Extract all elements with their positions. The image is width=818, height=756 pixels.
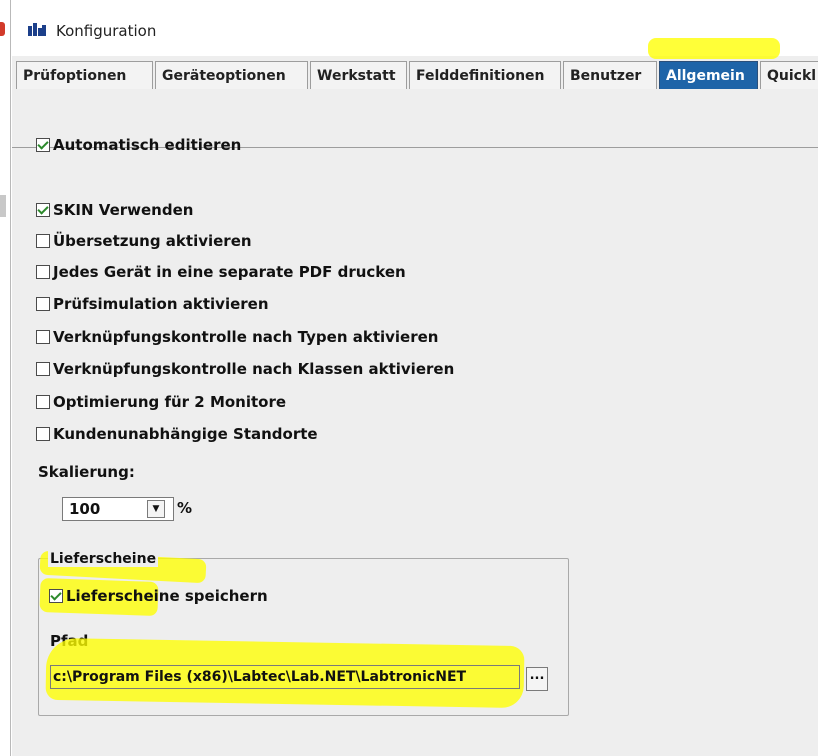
checkbox-locations[interactable] bbox=[36, 427, 50, 441]
tab-werkstatt[interactable]: Werkstatt bbox=[310, 61, 407, 89]
tab-pruefoptionen[interactable]: Prüfoptionen bbox=[16, 61, 153, 89]
tab-geraeteoptionen[interactable]: Geräteoptionen bbox=[155, 61, 308, 89]
tab-benutzer[interactable]: Benutzer bbox=[563, 61, 657, 89]
scaling-label: Skalierung: bbox=[38, 463, 135, 481]
background-window-strip bbox=[0, 0, 12, 756]
configuration-window: Konfiguration Prüfoptionen Geräteoptione… bbox=[12, 0, 818, 756]
option-link-types-label: Verknüpfungskontrolle nach Typen aktivie… bbox=[53, 328, 439, 346]
tab-allgemein[interactable]: Allgemein bbox=[659, 61, 758, 89]
scaling-unit: % bbox=[177, 499, 193, 517]
option-save-delivery-notes-label: Lieferscheine speichern bbox=[66, 587, 268, 605]
checkbox-auto-edit[interactable] bbox=[36, 138, 50, 152]
path-label: Pfad bbox=[50, 632, 89, 650]
checkbox-translation[interactable] bbox=[36, 234, 50, 248]
browse-button[interactable]: ... bbox=[526, 667, 548, 691]
path-input[interactable]: c:\Program Files (x86)\Labtec\Lab.NET\La… bbox=[50, 665, 520, 689]
option-link-types[interactable]: Verknüpfungskontrolle nach Typen aktivie… bbox=[36, 327, 438, 347]
option-auto-edit-label: Automatisch editieren bbox=[53, 136, 242, 154]
tab-felddefinitionen[interactable]: Felddefinitionen bbox=[409, 61, 561, 89]
option-translation-label: Übersetzung aktivieren bbox=[53, 232, 252, 250]
option-link-classes[interactable]: Verknüpfungskontrolle nach Klassen aktiv… bbox=[36, 359, 454, 379]
option-locations[interactable]: Kundenunabhängige Standorte bbox=[36, 424, 318, 444]
option-test-simulation[interactable]: Prüfsimulation aktivieren bbox=[36, 294, 269, 314]
checkbox-separate-pdf[interactable] bbox=[36, 265, 50, 279]
delivery-notes-title: Lieferscheine bbox=[48, 551, 159, 567]
chevron-down-icon[interactable]: ▼ bbox=[147, 500, 165, 518]
checkbox-save-delivery-notes[interactable] bbox=[49, 589, 63, 603]
title-bar[interactable]: Konfiguration bbox=[12, 0, 818, 56]
checkbox-test-simulation[interactable] bbox=[36, 297, 50, 311]
option-separate-pdf-label: Jedes Gerät in eine separate PDF drucken bbox=[53, 263, 406, 281]
checkbox-link-classes[interactable] bbox=[36, 362, 50, 376]
option-auto-edit[interactable]: Automatisch editieren bbox=[36, 135, 241, 155]
option-locations-label: Kundenunabhängige Standorte bbox=[53, 425, 318, 443]
scaling-combobox[interactable]: 100 ▼ bbox=[62, 497, 174, 521]
option-test-simulation-label: Prüfsimulation aktivieren bbox=[53, 295, 269, 313]
option-link-classes-label: Verknüpfungskontrolle nach Klassen aktiv… bbox=[53, 360, 455, 378]
option-translation[interactable]: Übersetzung aktivieren bbox=[36, 231, 252, 251]
background-window-element bbox=[0, 195, 6, 217]
app-icon bbox=[28, 23, 46, 36]
option-skin-label: SKIN Verwenden bbox=[53, 201, 194, 219]
tab-bar: Prüfoptionen Geräteoptionen Werkstatt Fe… bbox=[12, 57, 818, 148]
checkbox-link-types[interactable] bbox=[36, 330, 50, 344]
option-dual-monitor-label: Optimierung für 2 Monitore bbox=[53, 393, 287, 411]
checkbox-dual-monitor[interactable] bbox=[36, 395, 50, 409]
window-title: Konfiguration bbox=[56, 22, 157, 40]
background-window-icon bbox=[0, 22, 5, 36]
option-skin[interactable]: SKIN Verwenden bbox=[36, 200, 193, 220]
option-save-delivery-notes[interactable]: Lieferscheine speichern bbox=[49, 586, 268, 606]
tab-quickl[interactable]: Quickl bbox=[760, 61, 818, 89]
option-separate-pdf[interactable]: Jedes Gerät in eine separate PDF drucken bbox=[36, 262, 406, 282]
window-border bbox=[10, 0, 11, 756]
checkbox-skin[interactable] bbox=[36, 203, 50, 217]
delivery-notes-group bbox=[38, 558, 569, 716]
scaling-value: 100 bbox=[69, 500, 101, 518]
option-dual-monitor[interactable]: Optimierung für 2 Monitore bbox=[36, 392, 286, 412]
